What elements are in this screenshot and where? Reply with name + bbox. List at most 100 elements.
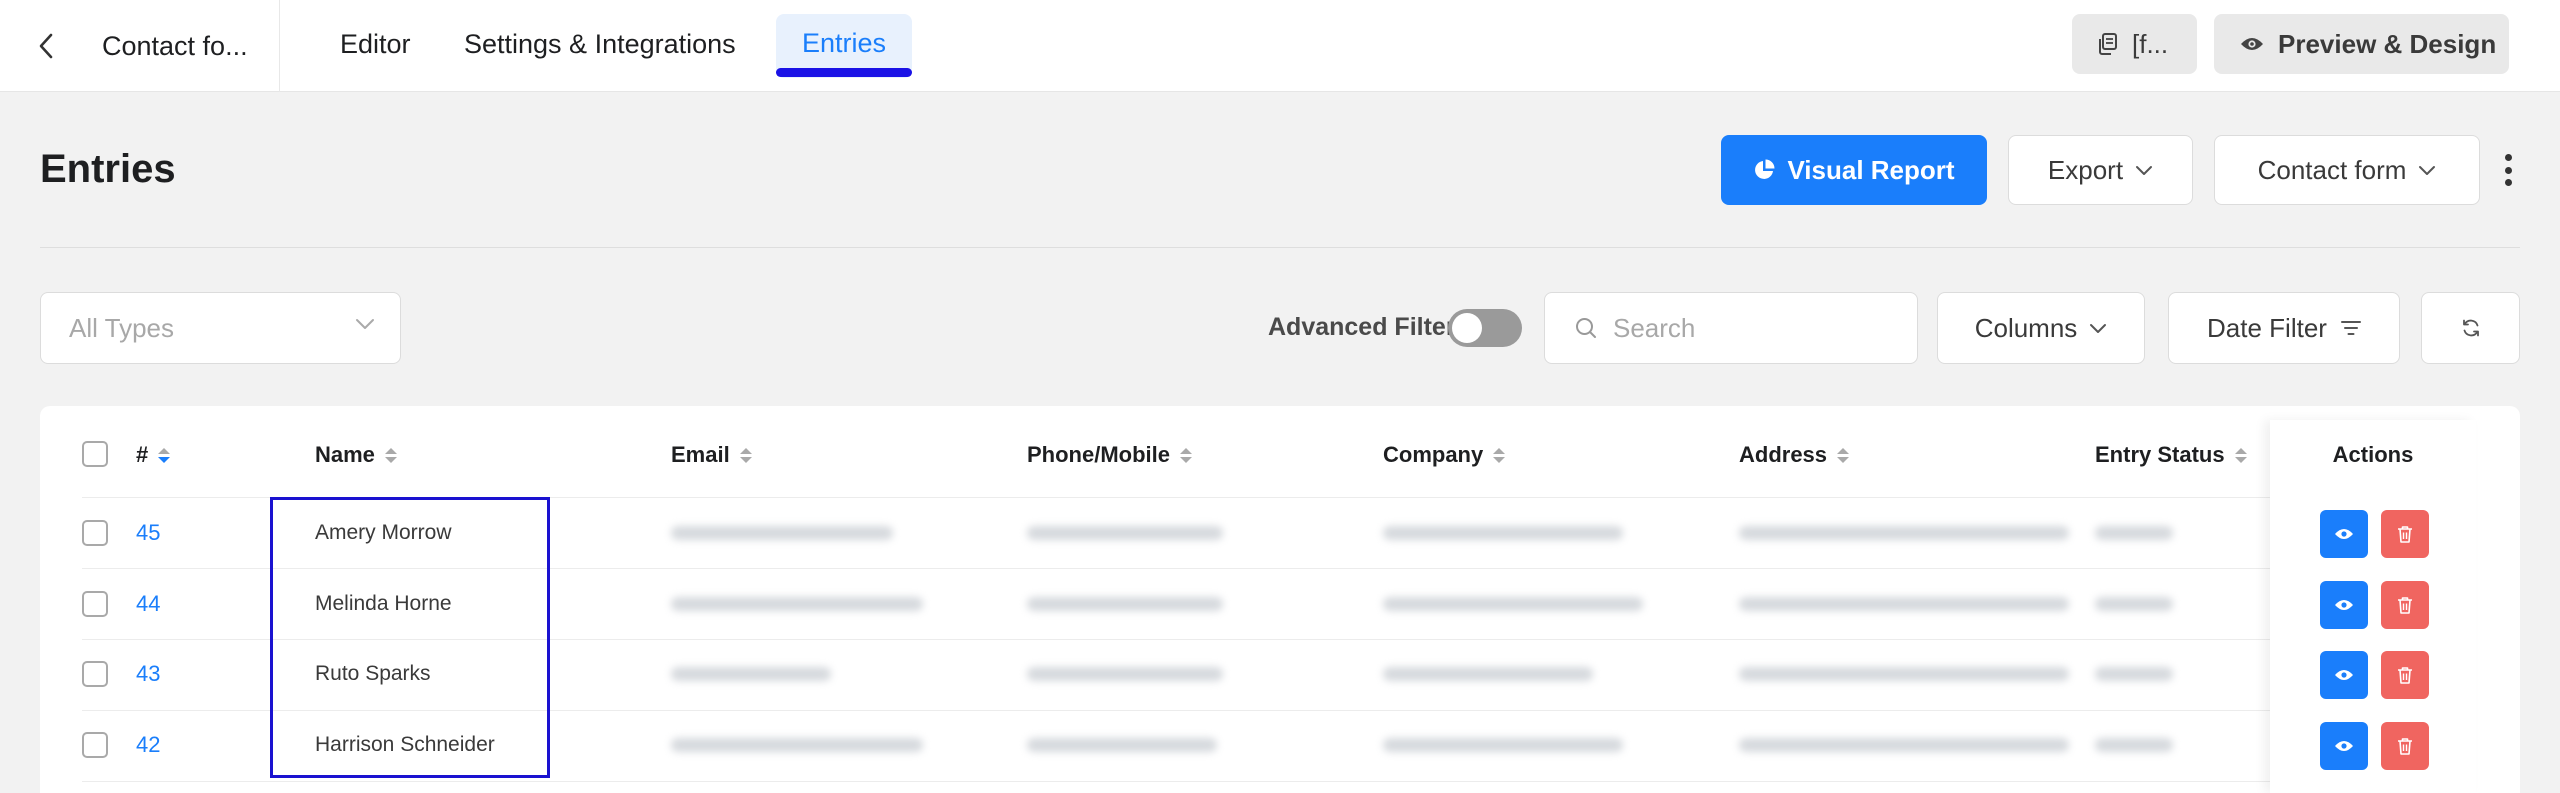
delete-entry-button[interactable] xyxy=(2381,722,2429,770)
tab-editor[interactable]: Editor xyxy=(340,26,411,62)
blurred-company xyxy=(1383,597,1643,611)
blurred-status xyxy=(2095,597,2173,611)
pie-chart-icon xyxy=(1755,159,1775,179)
shortcode-label: [f... xyxy=(2132,28,2169,59)
back-button[interactable] xyxy=(28,28,64,64)
delete-entry-button[interactable] xyxy=(2381,651,2429,699)
export-dropdown[interactable]: Export xyxy=(2008,135,2193,205)
blurred-email xyxy=(671,526,893,540)
blurred-company xyxy=(1383,738,1623,752)
row-checkbox[interactable] xyxy=(82,732,108,758)
entry-id-link[interactable]: 44 xyxy=(136,589,160,619)
column-header-actions: Actions xyxy=(2332,442,2414,467)
blurred-status xyxy=(2095,667,2173,681)
view-entry-button[interactable] xyxy=(2320,651,2368,699)
column-header-email[interactable]: Email xyxy=(671,440,752,470)
column-header-company[interactable]: Company xyxy=(1383,440,1506,470)
trash-icon xyxy=(2398,738,2412,755)
preview-design-label: Preview & Design xyxy=(2278,28,2497,59)
row-checkbox[interactable] xyxy=(82,661,108,687)
column-header-name[interactable]: Name xyxy=(315,440,397,470)
sort-icon xyxy=(1180,447,1192,463)
date-filter-label: Date Filter xyxy=(2207,312,2327,343)
blurred-company xyxy=(1383,526,1623,540)
column-header-address[interactable]: Address xyxy=(1739,440,1850,470)
blurred-status xyxy=(2095,738,2173,752)
row-checkbox[interactable] xyxy=(82,591,108,617)
advanced-filter-toggle[interactable] xyxy=(1448,309,1522,347)
column-header-phone[interactable]: Phone/Mobile xyxy=(1027,440,1192,470)
chevron-down-icon xyxy=(2136,166,2153,175)
delete-entry-button[interactable] xyxy=(2381,581,2429,629)
columns-label: Columns xyxy=(1974,312,2078,343)
sort-icon xyxy=(1493,447,1506,463)
chevron-left-icon xyxy=(39,33,53,59)
trash-icon xyxy=(2398,667,2412,684)
eye-icon xyxy=(2335,670,2353,680)
eye-icon xyxy=(2335,529,2353,539)
view-entry-button[interactable] xyxy=(2320,581,2368,629)
column-header-phone-label: Phone/Mobile xyxy=(1027,442,1170,467)
select-all-checkbox[interactable] xyxy=(82,441,108,467)
column-header-status-label: Entry Status xyxy=(2095,442,2225,467)
view-entry-button[interactable] xyxy=(2320,722,2368,770)
sort-icon xyxy=(2234,447,2247,463)
sort-icon xyxy=(1837,447,1850,463)
entry-id-link[interactable]: 43 xyxy=(136,659,160,689)
divider xyxy=(279,0,280,92)
blurred-address xyxy=(1739,526,2069,540)
view-entry-button[interactable] xyxy=(2320,510,2368,558)
column-header-address-label: Address xyxy=(1739,442,1828,467)
name-column-highlight xyxy=(270,497,550,778)
eye-icon xyxy=(2241,38,2263,50)
columns-dropdown[interactable]: Columns xyxy=(1937,292,2145,364)
sort-icon xyxy=(739,447,752,463)
copy-icon xyxy=(2099,33,2117,55)
search-icon xyxy=(1576,318,1596,338)
chevron-down-icon xyxy=(356,319,374,329)
search-input[interactable] xyxy=(1613,312,1893,344)
visual-report-button[interactable]: Visual Report xyxy=(1721,135,1987,205)
eye-icon xyxy=(2335,741,2353,751)
trash-icon xyxy=(2398,597,2412,614)
date-filter-button[interactable]: Date Filter xyxy=(2168,292,2400,364)
eye-icon xyxy=(2335,600,2353,610)
blurred-address xyxy=(1739,738,2069,752)
header-divider xyxy=(40,247,2520,248)
visual-report-label: Visual Report xyxy=(1787,154,1955,185)
filter-lines-icon xyxy=(2340,321,2361,335)
column-header-email-label: Email xyxy=(671,442,730,467)
blurred-address xyxy=(1739,597,2069,611)
sort-icon xyxy=(158,447,171,463)
shortcode-button[interactable]: [f... xyxy=(2072,14,2197,74)
blurred-email xyxy=(671,738,923,752)
column-header-id-label: # xyxy=(136,442,149,467)
toggle-knob xyxy=(1452,313,1482,343)
form-select-dropdown[interactable]: Contact form xyxy=(2214,135,2480,205)
entry-id-link[interactable]: 45 xyxy=(136,518,160,548)
blurred-phone xyxy=(1027,667,1223,681)
form-title: Contact fo... xyxy=(102,31,248,61)
entry-id-link[interactable]: 42 xyxy=(136,730,160,760)
entry-types-select[interactable]: All Types xyxy=(40,292,401,364)
refresh-button[interactable] xyxy=(2421,292,2520,364)
row-checkbox[interactable] xyxy=(82,520,108,546)
advanced-filter-label: Advanced Filter xyxy=(1268,313,1456,341)
column-header-name-label: Name xyxy=(315,442,375,467)
blurred-address xyxy=(1739,667,2069,681)
search-box[interactable] xyxy=(1544,292,1918,364)
export-label: Export xyxy=(2047,154,2124,185)
trash-icon xyxy=(2398,526,2412,543)
column-header-entry-status[interactable]: Entry Status xyxy=(2095,440,2247,470)
more-options-icon[interactable] xyxy=(2496,150,2520,190)
preview-design-button[interactable]: Preview & Design xyxy=(2214,14,2509,74)
blurred-email xyxy=(671,597,923,611)
column-header-id[interactable]: # xyxy=(136,440,171,470)
blurred-status xyxy=(2095,526,2173,540)
blurred-phone xyxy=(1027,526,1223,540)
chevron-down-icon xyxy=(2419,166,2436,175)
delete-entry-button[interactable] xyxy=(2381,510,2429,558)
entry-types-placeholder: All Types xyxy=(69,312,175,343)
tab-settings-integrations[interactable]: Settings & Integrations xyxy=(464,26,736,62)
chevron-down-icon xyxy=(2090,324,2107,333)
